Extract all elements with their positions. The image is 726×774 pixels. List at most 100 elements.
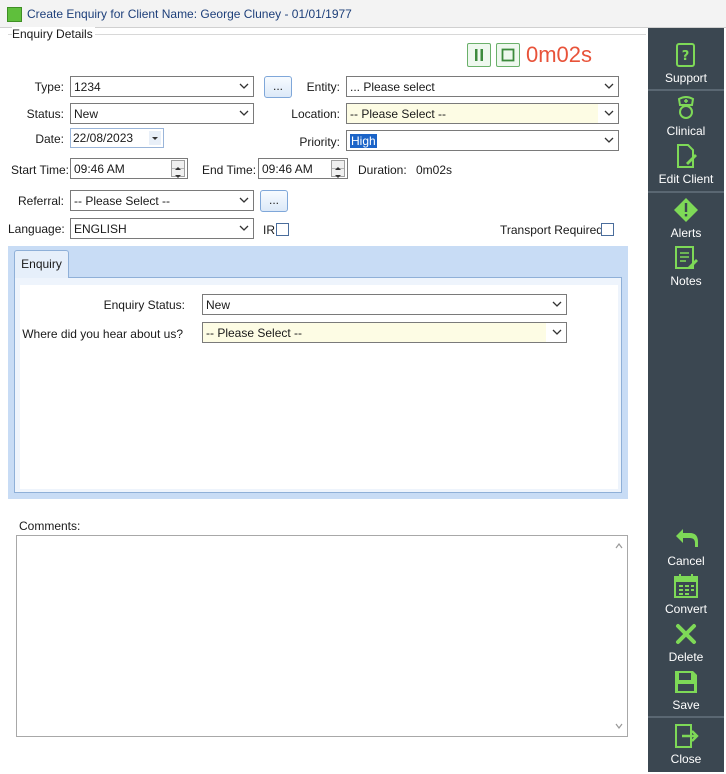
location-label: Location: bbox=[291, 107, 340, 121]
save-label: Save bbox=[672, 698, 700, 712]
start-time-label: Start Time: bbox=[11, 163, 70, 177]
spin-up-icon[interactable] bbox=[332, 161, 344, 170]
close-icon bbox=[675, 724, 699, 748]
hear-about-value: -- Please Select -- bbox=[206, 326, 303, 340]
start-time-value: 09:46 AM bbox=[74, 162, 125, 176]
window-title: Create Enquiry for Client Name: George C… bbox=[27, 7, 352, 21]
start-time-input[interactable]: 09:46 AM bbox=[70, 158, 188, 179]
comments-label: Comments: bbox=[19, 519, 81, 533]
sidebar-divider bbox=[648, 89, 724, 91]
comments-scrollbar[interactable] bbox=[612, 537, 626, 735]
group-legend: Enquiry Details bbox=[12, 27, 95, 41]
duration-label: Duration: bbox=[358, 163, 407, 177]
chevron-down-icon bbox=[552, 329, 562, 335]
cancel-button[interactable]: Cancel bbox=[648, 525, 724, 568]
transport-checkbox[interactable] bbox=[601, 223, 614, 236]
ir-checkbox[interactable] bbox=[276, 223, 289, 236]
referral-select[interactable]: -- Please Select -- bbox=[70, 190, 254, 211]
edit-client-button[interactable]: Edit Client bbox=[648, 143, 724, 186]
chevron-down-icon bbox=[604, 137, 614, 143]
entity-select[interactable]: ... Please select bbox=[346, 76, 619, 97]
edit-client-label: Edit Client bbox=[658, 172, 714, 186]
referral-value: -- Please Select -- bbox=[74, 194, 171, 208]
chevron-down-icon bbox=[239, 225, 249, 231]
save-button[interactable]: Save bbox=[648, 669, 724, 712]
action-sidebar: ? Support Clinical Edit Client Alerts No… bbox=[648, 28, 724, 772]
delete-label: Delete bbox=[668, 650, 704, 664]
stop-button[interactable] bbox=[496, 43, 520, 67]
spin-up-icon[interactable] bbox=[172, 161, 184, 170]
pause-button[interactable] bbox=[467, 43, 491, 67]
sidebar-divider bbox=[648, 191, 724, 193]
close-button[interactable]: Close bbox=[648, 723, 724, 766]
status-select[interactable]: New bbox=[70, 103, 254, 124]
delete-button[interactable]: Delete bbox=[648, 621, 724, 664]
enquiry-status-label: Enquiry Status: bbox=[103, 298, 185, 312]
referral-browse-button[interactable]: ... bbox=[260, 190, 288, 212]
convert-icon bbox=[674, 574, 698, 598]
end-time-spinner[interactable] bbox=[331, 160, 345, 178]
enquiry-status-value: New bbox=[206, 298, 231, 312]
edit-client-icon bbox=[677, 144, 697, 168]
start-time-spinner[interactable] bbox=[171, 160, 185, 178]
language-select[interactable]: ENGLISH bbox=[70, 218, 254, 239]
clinical-icon bbox=[677, 96, 695, 119]
chevron-down-icon bbox=[152, 137, 158, 140]
enquiry-tab-content bbox=[20, 285, 618, 489]
save-icon bbox=[675, 671, 697, 693]
notes-button[interactable]: Notes bbox=[648, 245, 724, 288]
priority-select[interactable]: High bbox=[346, 130, 619, 151]
group-divider bbox=[8, 34, 646, 35]
cancel-label: Cancel bbox=[667, 554, 705, 568]
hear-about-select[interactable]: -- Please Select -- bbox=[202, 322, 567, 343]
type-select[interactable]: 1234 bbox=[70, 76, 254, 97]
calendar-dropdown-button[interactable] bbox=[149, 131, 161, 145]
spin-down-icon[interactable] bbox=[172, 169, 184, 178]
end-time-input[interactable]: 09:46 AM bbox=[258, 158, 348, 179]
comments-textarea[interactable] bbox=[16, 535, 628, 737]
type-label: Type: bbox=[34, 80, 64, 94]
convert-button[interactable]: Convert bbox=[648, 573, 724, 616]
location-value: -- Please Select -- bbox=[350, 107, 447, 121]
convert-label: Convert bbox=[664, 602, 708, 616]
scroll-up-icon[interactable] bbox=[614, 541, 624, 551]
status-label: Status: bbox=[26, 107, 64, 121]
clinical-label: Clinical bbox=[666, 124, 706, 138]
alerts-button[interactable]: Alerts bbox=[648, 197, 724, 240]
type-value: 1234 bbox=[74, 80, 101, 94]
support-icon: ? bbox=[676, 43, 695, 67]
chevron-down-icon bbox=[604, 110, 614, 116]
app-icon bbox=[7, 7, 22, 22]
chevron-down-icon bbox=[239, 83, 249, 89]
svg-text:?: ? bbox=[682, 49, 690, 64]
chevron-down-icon bbox=[552, 301, 562, 307]
notes-label: Notes bbox=[670, 274, 702, 288]
title-bar: Create Enquiry for Client Name: George C… bbox=[0, 0, 726, 28]
duration-value: 0m02s bbox=[416, 163, 453, 177]
pause-icon bbox=[475, 49, 483, 61]
sidebar-divider bbox=[648, 716, 724, 718]
date-picker[interactable]: 22/08/2023 bbox=[70, 128, 164, 148]
entity-label: Entity: bbox=[306, 80, 340, 94]
chevron-down-icon bbox=[604, 83, 614, 89]
priority-label: Priority: bbox=[299, 135, 340, 149]
delete-icon bbox=[676, 624, 696, 644]
transport-label: Transport Required bbox=[500, 223, 603, 237]
spin-down-icon[interactable] bbox=[332, 169, 344, 178]
chevron-down-icon bbox=[239, 197, 249, 203]
clinical-button[interactable]: Clinical bbox=[648, 95, 724, 138]
tab-enquiry[interactable]: Enquiry bbox=[14, 250, 69, 278]
priority-value-wrap: High bbox=[350, 134, 377, 148]
alert-icon bbox=[674, 198, 698, 222]
support-button[interactable]: ? Support bbox=[648, 42, 724, 85]
scroll-down-icon[interactable] bbox=[614, 721, 624, 731]
cancel-icon bbox=[676, 529, 698, 547]
close-label: Close bbox=[670, 752, 702, 766]
alerts-label: Alerts bbox=[670, 226, 702, 240]
location-select[interactable]: -- Please Select -- bbox=[346, 103, 619, 124]
status-value: New bbox=[74, 107, 99, 121]
priority-value: High bbox=[350, 134, 377, 148]
end-time-label: End Time: bbox=[202, 163, 257, 177]
enquiry-status-select[interactable]: New bbox=[202, 294, 567, 315]
chevron-down-icon bbox=[239, 110, 249, 116]
